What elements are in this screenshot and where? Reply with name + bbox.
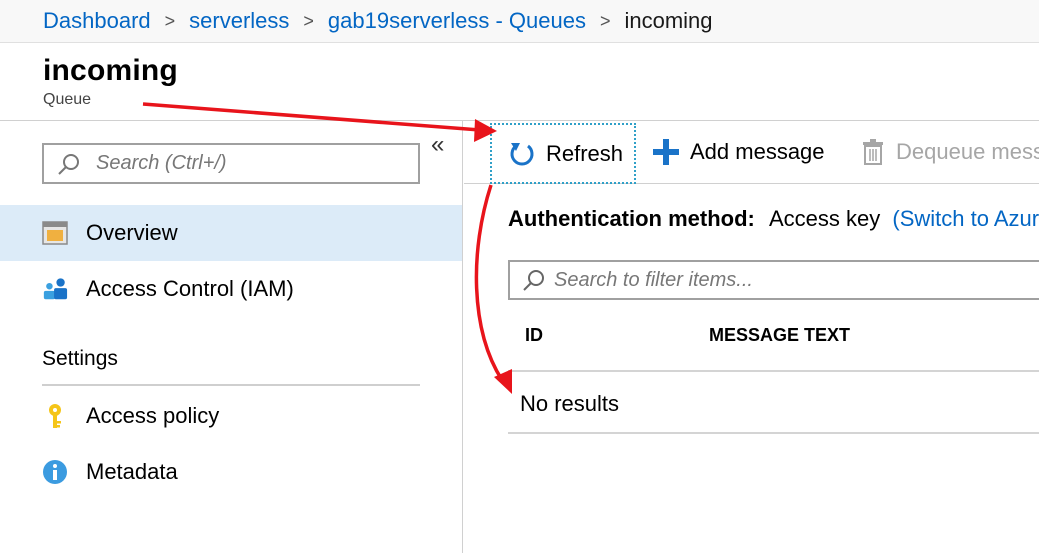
overview-icon <box>42 220 68 246</box>
sidebar-search[interactable] <box>42 143 420 184</box>
refresh-label: Refresh <box>546 140 624 166</box>
search-icon <box>58 153 79 175</box>
search-icon <box>523 270 544 291</box>
refresh-button[interactable]: Refresh <box>490 123 636 184</box>
title-block: incoming Queue <box>43 54 178 109</box>
sidebar-item-overview[interactable]: Overview <box>0 205 462 261</box>
chevron-right-icon: > <box>164 10 176 31</box>
sidebar-item-label: Metadata <box>86 459 178 484</box>
breadcrumb-dashboard[interactable]: Dashboard <box>43 8 151 34</box>
settings-section-label: Settings <box>42 347 118 370</box>
plus-icon <box>653 139 679 165</box>
sidebar: « Overview Access Control (IAM) Settings <box>0 121 463 553</box>
sidebar-item-metadata[interactable]: Metadata <box>0 444 462 500</box>
auth-method-label: Authentication method: <box>508 206 755 231</box>
collapse-sidebar-icon[interactable]: « <box>431 131 444 159</box>
annotation-arrow-to-results <box>474 184 504 381</box>
no-results-text: No results <box>520 391 620 416</box>
auth-method-value: Access key <box>769 206 881 231</box>
people-icon <box>42 276 68 302</box>
toolbar: Refresh Add message Dequeue mess <box>464 121 1039 184</box>
info-icon <box>42 459 68 485</box>
annotation-arrowhead <box>494 369 512 394</box>
chevron-right-icon: > <box>599 10 611 31</box>
trash-icon <box>863 139 883 165</box>
switch-auth-link[interactable]: (Switch to Azur <box>892 206 1039 231</box>
key-icon <box>42 403 68 429</box>
add-message-button[interactable]: Add message <box>652 121 825 183</box>
column-header-message-text[interactable]: MESSAGE TEXT <box>709 325 850 346</box>
sidebar-search-input[interactable] <box>96 152 396 175</box>
breadcrumb-current: incoming <box>624 8 713 33</box>
refresh-icon <box>510 142 534 165</box>
section-divider <box>42 384 420 386</box>
breadcrumb-queues[interactable]: gab19serverless - Queues <box>328 8 586 34</box>
column-header-id[interactable]: ID <box>525 325 543 346</box>
filter-search[interactable] <box>508 260 1039 300</box>
auth-method-line: Authentication method: Access key (Switc… <box>508 206 1039 232</box>
sidebar-item-access-policy[interactable]: Access policy <box>0 388 462 444</box>
add-message-label: Add message <box>690 139 825 164</box>
sidebar-item-label: Overview <box>86 220 178 245</box>
sidebar-item-label: Access policy <box>86 403 220 428</box>
table-header-divider <box>508 370 1039 372</box>
table-bottom-divider <box>508 432 1039 434</box>
dequeue-message-button[interactable]: Dequeue mess <box>862 121 1039 183</box>
chevron-right-icon: > <box>303 10 314 31</box>
page-title: incoming <box>43 54 178 87</box>
breadcrumb-serverless[interactable]: serverless <box>189 8 289 34</box>
filter-input[interactable] <box>554 268 1034 292</box>
page-subtitle: Queue <box>43 91 92 108</box>
sidebar-item-iam[interactable]: Access Control (IAM) <box>0 261 462 317</box>
breadcrumb: Dashboard > serverless > gab19serverless… <box>0 0 1039 43</box>
sidebar-item-label: Access Control (IAM) <box>86 276 294 301</box>
dequeue-label: Dequeue mess <box>896 139 1039 164</box>
